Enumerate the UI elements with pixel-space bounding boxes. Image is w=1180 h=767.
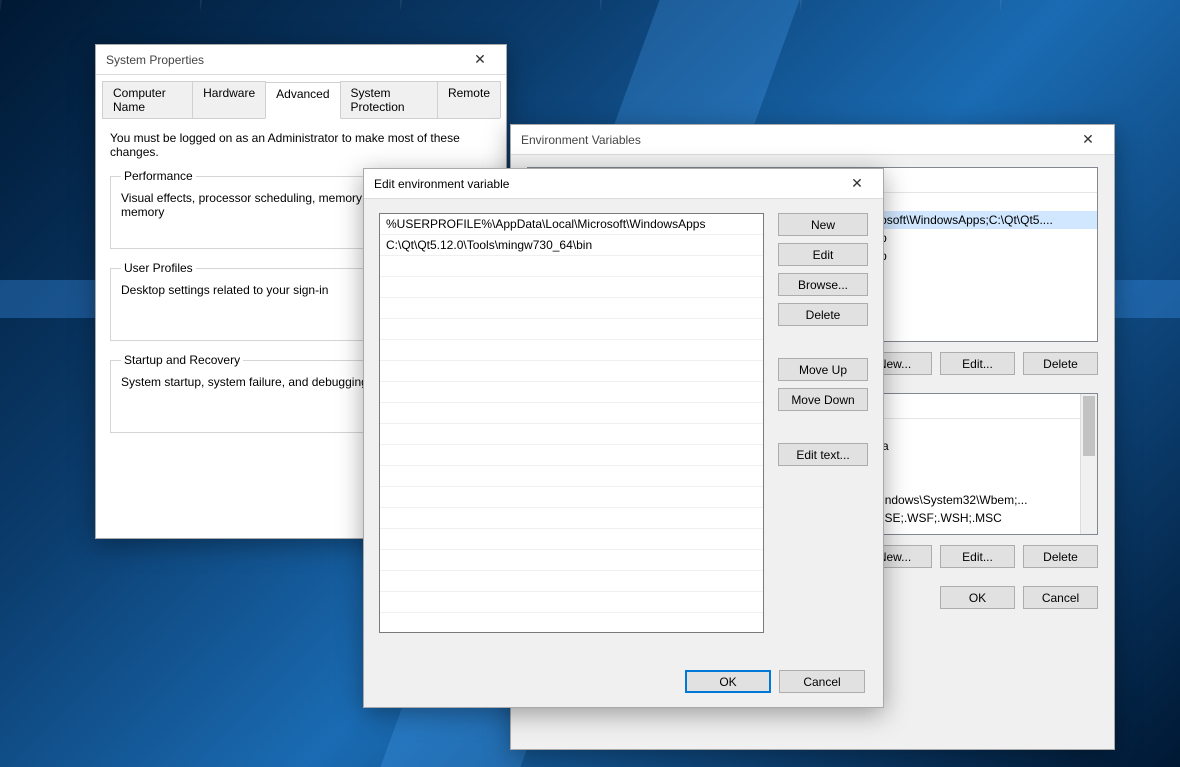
side-buttons: New Edit Browse... Delete Move Up Move D… — [778, 213, 868, 633]
titlebar[interactable]: Edit environment variable ✕ — [364, 169, 883, 199]
list-item[interactable] — [380, 466, 763, 487]
delete-button[interactable]: Delete — [778, 303, 868, 326]
list-item[interactable] — [380, 529, 763, 550]
window-title: Edit environment variable — [374, 177, 509, 191]
list-item[interactable] — [380, 445, 763, 466]
edit-button[interactable]: Edit... — [940, 352, 1015, 375]
edit-text-button[interactable]: Edit text... — [778, 443, 868, 466]
list-item[interactable] — [380, 403, 763, 424]
list-item[interactable] — [380, 256, 763, 277]
edit-button[interactable]: Edit — [778, 243, 868, 266]
list-item[interactable] — [380, 277, 763, 298]
close-icon[interactable]: ✕ — [837, 175, 877, 192]
list-item[interactable] — [380, 424, 763, 445]
list-item[interactable] — [380, 382, 763, 403]
list-item[interactable] — [380, 592, 763, 613]
ok-button[interactable]: OK — [685, 670, 771, 693]
close-icon[interactable]: ✕ — [460, 51, 500, 68]
list-item[interactable] — [380, 340, 763, 361]
close-icon[interactable]: ✕ — [1068, 131, 1108, 148]
titlebar[interactable]: Environment Variables ✕ — [511, 125, 1114, 155]
new-button[interactable]: New — [778, 213, 868, 236]
list-item[interactable] — [380, 298, 763, 319]
performance-legend: Performance — [121, 169, 196, 183]
list-item[interactable]: C:\Qt\Qt5.12.0\Tools\mingw730_64\bin — [380, 235, 763, 256]
list-item[interactable] — [380, 361, 763, 382]
list-item[interactable] — [380, 319, 763, 340]
tab-system-protection[interactable]: System Protection — [340, 81, 438, 118]
ok-button[interactable]: OK — [940, 586, 1015, 609]
tab-advanced[interactable]: Advanced — [265, 82, 340, 119]
window-title: System Properties — [106, 53, 204, 67]
list-item[interactable] — [380, 550, 763, 571]
startup-legend: Startup and Recovery — [121, 353, 243, 367]
list-item[interactable] — [380, 508, 763, 529]
list-item[interactable] — [380, 487, 763, 508]
cancel-button[interactable]: Cancel — [1023, 586, 1098, 609]
move-up-button[interactable]: Move Up — [778, 358, 868, 381]
tab-computer-name[interactable]: Computer Name — [102, 81, 193, 118]
move-down-button[interactable]: Move Down — [778, 388, 868, 411]
dialog-buttons: OK Cancel — [685, 670, 865, 693]
tab-hardware[interactable]: Hardware — [192, 81, 266, 118]
admin-note: You must be logged on as an Administrato… — [110, 131, 492, 159]
scrollbar[interactable] — [1080, 394, 1097, 534]
edit-button[interactable]: Edit... — [940, 545, 1015, 568]
user-profiles-legend: User Profiles — [121, 261, 196, 275]
cancel-button[interactable]: Cancel — [779, 670, 865, 693]
titlebar[interactable]: System Properties ✕ — [96, 45, 506, 75]
tab-remote[interactable]: Remote — [437, 81, 501, 118]
tab-strip: Computer Name Hardware Advanced System P… — [102, 81, 500, 119]
list-item[interactable] — [380, 571, 763, 592]
delete-button[interactable]: Delete — [1023, 352, 1098, 375]
window-title: Environment Variables — [521, 133, 641, 147]
list-item[interactable]: %USERPROFILE%\AppData\Local\Microsoft\Wi… — [380, 214, 763, 235]
edit-environment-variable-window: Edit environment variable ✕ %USERPROFILE… — [363, 168, 884, 708]
browse-button[interactable]: Browse... — [778, 273, 868, 296]
path-entries-list[interactable]: %USERPROFILE%\AppData\Local\Microsoft\Wi… — [379, 213, 764, 633]
delete-button[interactable]: Delete — [1023, 545, 1098, 568]
